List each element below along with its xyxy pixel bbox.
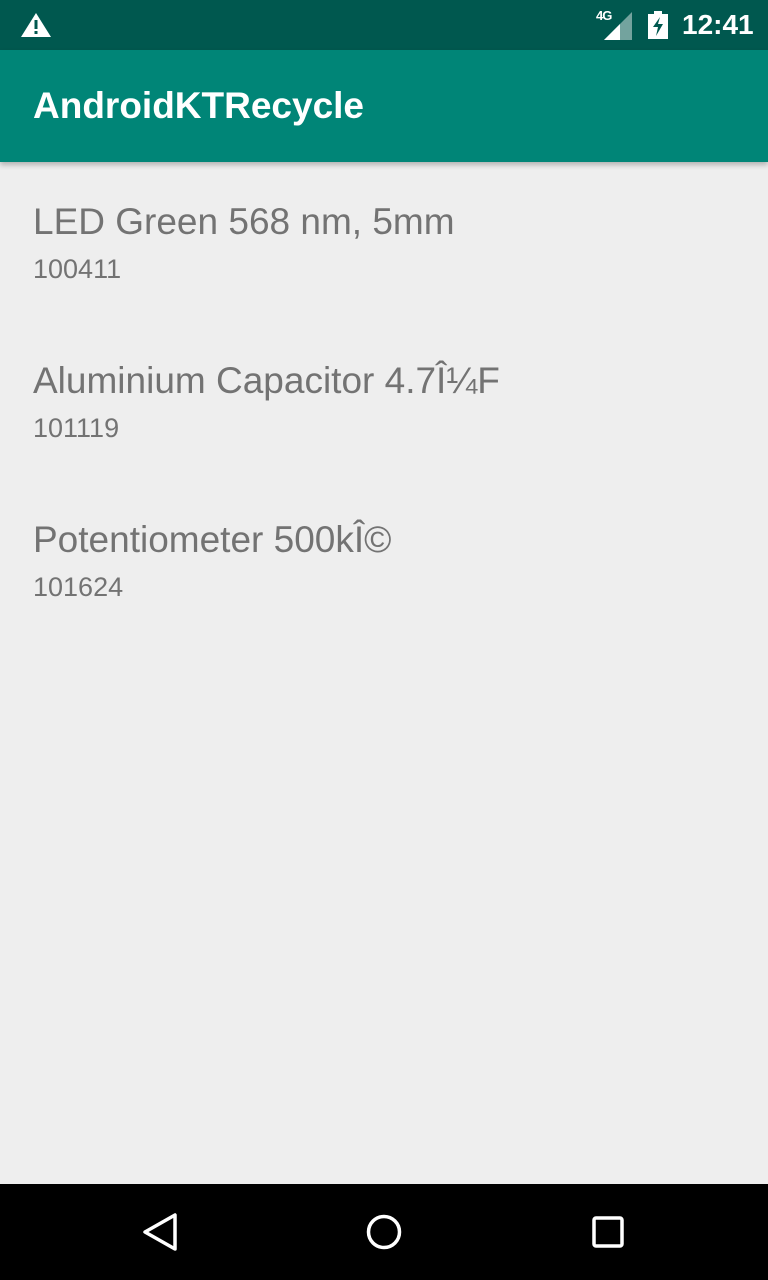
list-item[interactable]: Aluminium Capacitor 4.7Î¼F 101119 xyxy=(0,321,768,480)
app-bar: AndroidKTRecycle xyxy=(0,50,768,162)
status-clock: 12:41 xyxy=(682,9,754,40)
item-code: 101624 xyxy=(33,572,124,602)
cell-signal-icon xyxy=(604,12,632,40)
warning-icon[interactable] xyxy=(20,12,52,38)
item-code: 100411 xyxy=(33,254,122,284)
item-name: LED Green 568 nm, 5mm xyxy=(33,201,455,242)
home-circle-icon[interactable] xyxy=(360,1208,408,1256)
back-triangle-icon[interactable] xyxy=(136,1208,184,1256)
item-name: Potentiometer 500kÎ© xyxy=(33,519,392,560)
item-name: Aluminium Capacitor 4.7Î¼F xyxy=(33,360,500,401)
recents-square-icon[interactable] xyxy=(584,1208,632,1256)
navigation-bar xyxy=(0,1184,768,1280)
list-item[interactable]: LED Green 568 nm, 5mm 100411 xyxy=(0,162,768,321)
item-list[interactable]: LED Green 568 nm, 5mm 100411 Aluminium C… xyxy=(0,162,768,639)
list-item[interactable]: Potentiometer 500kÎ© 101624 xyxy=(0,480,768,639)
app-title: AndroidKTRecycle xyxy=(33,85,365,126)
battery-charging-icon xyxy=(648,11,668,39)
status-bar: 4G 12:41 xyxy=(0,0,768,50)
item-code: 101119 xyxy=(33,413,120,443)
